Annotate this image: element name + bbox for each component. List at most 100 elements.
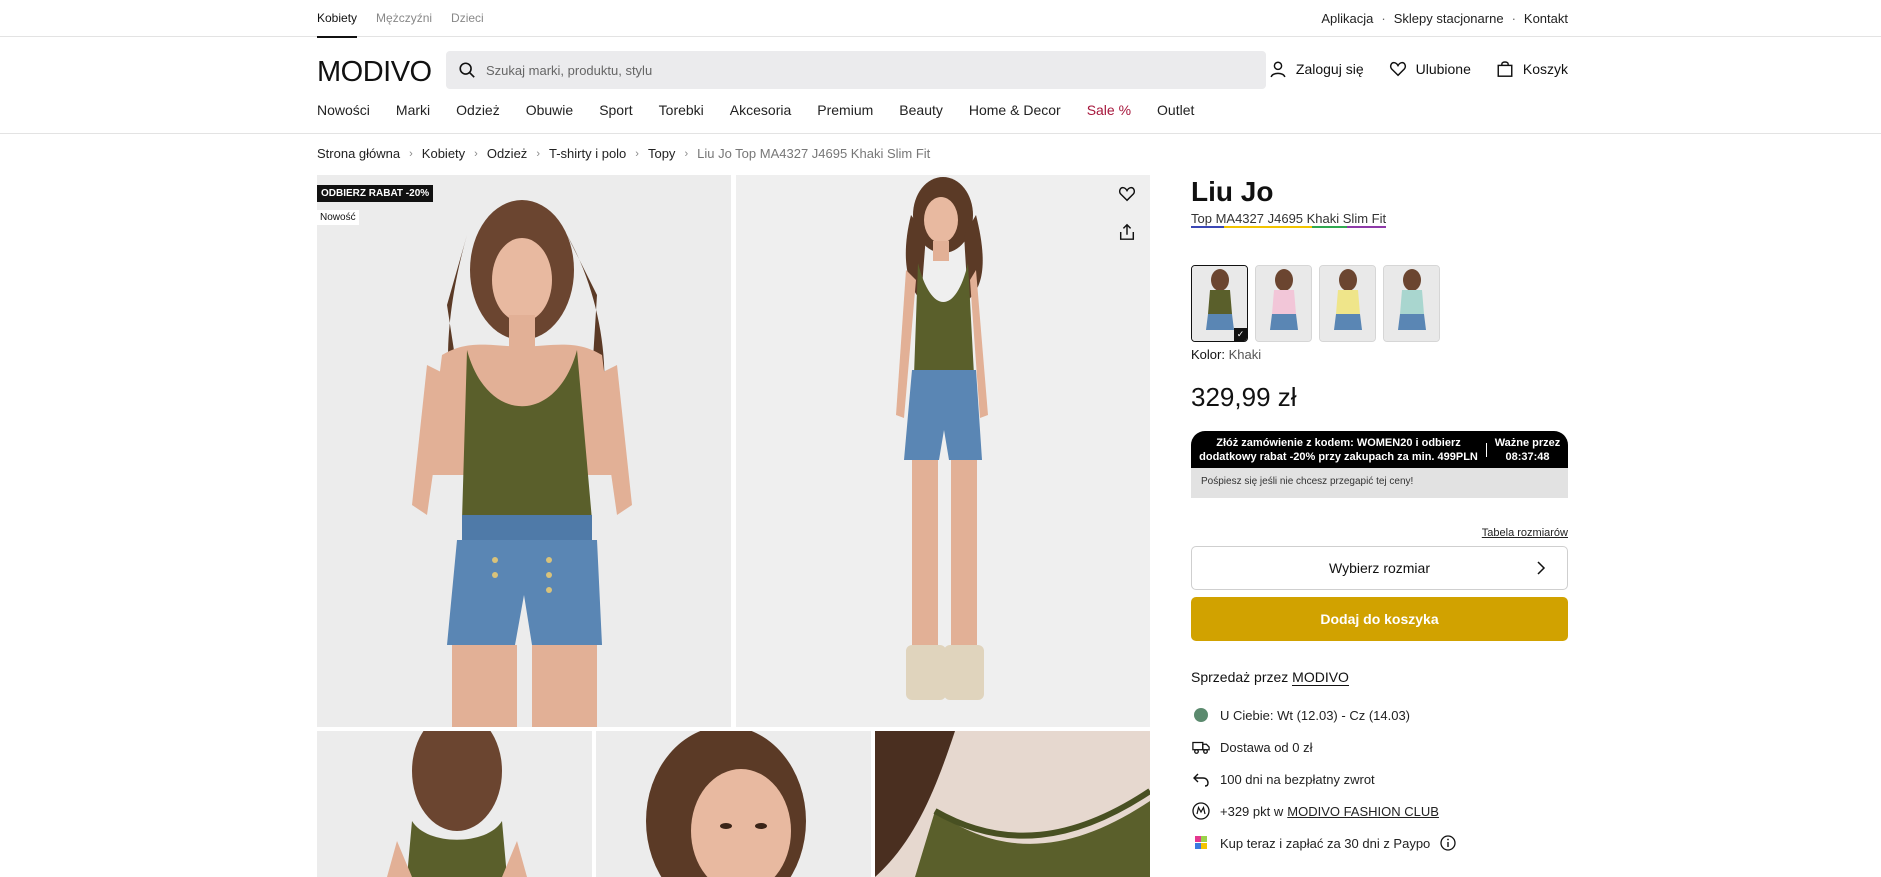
discount-badge: ODBIERZ RABAT -20% (317, 185, 434, 202)
nav-item-home-decor[interactable]: Home & Decor (969, 102, 1061, 118)
login-label: Zaloguj się (1295, 61, 1364, 77)
promo-timer: Ważne przez 08:37:48 (1487, 436, 1568, 464)
breadcrumb-tshirty[interactable]: T-shirty i polo (549, 146, 626, 161)
nav-item-torebki[interactable]: Torebki (659, 102, 704, 118)
chevron-right-icon (1537, 561, 1546, 575)
tab-dzieci[interactable]: Dzieci (451, 0, 484, 37)
promo-top: Złóż zamówienie z kodem: WOMEN20 i odbie… (1191, 431, 1568, 468)
nav-item-sale[interactable]: Sale % (1087, 102, 1131, 118)
fabric-detail-illustration (875, 731, 1150, 877)
cart-button[interactable]: Koszyk (1496, 60, 1568, 78)
product-photo-front[interactable]: ODBIERZ RABAT -20% Nowość (317, 175, 731, 727)
swatch-mint[interactable] (1383, 265, 1440, 342)
top-bar: Kobiety Mężczyźni Dzieci Aplikacja · Skl… (0, 0, 1881, 38)
stores-link[interactable]: Sklepy stacjonarne (1394, 11, 1504, 26)
breadcrumb-home[interactable]: Strona główna (317, 146, 400, 161)
favorites-button[interactable]: Ulubione (1389, 60, 1471, 78)
promo-banner: Złóż zamówienie z kodem: WOMEN20 i odbie… (1191, 431, 1568, 498)
swatch-yellow-image (1320, 266, 1375, 341)
model-full-illustration (736, 175, 1150, 727)
product-photo-full[interactable] (736, 175, 1150, 727)
separator-dot: · (1511, 11, 1516, 26)
size-table-link[interactable]: Tabela rozmiarów (1191, 527, 1568, 539)
promo-timer-value: 08:37:48 (1505, 450, 1550, 463)
app-link[interactable]: Aplikacja (1321, 11, 1373, 26)
contact-link[interactable]: Kontakt (1524, 11, 1568, 26)
heart-icon (1119, 186, 1135, 202)
size-select-button[interactable]: Wybierz rozmiar (1191, 546, 1568, 590)
product-gallery: ODBIERZ RABAT -20% Nowość (317, 175, 1150, 877)
tab-mezczyzni[interactable]: Mężczyźni (376, 0, 432, 37)
swatch-khaki[interactable]: ✓ (1191, 265, 1248, 342)
user-actions: Zaloguj się Ulubione Koszyk (1244, 60, 1568, 78)
sold-by-label: Sprzedaż przez (1191, 669, 1289, 685)
info-icon[interactable] (1438, 833, 1458, 853)
check-icon: ✓ (1234, 328, 1247, 341)
delivery-status-dot-icon (1191, 705, 1211, 725)
header: MODIVO Zaloguj się Ulubione Koszyk Nowoś… (0, 38, 1881, 134)
delivery-date-text: U Ciebie: Wt (12.03) - Cz (14.03) (1220, 707, 1411, 723)
product-brand[interactable]: Liu Jo (1191, 175, 1568, 209)
product-photo-face[interactable] (596, 731, 871, 877)
model-back-illustration (317, 731, 592, 877)
modivo-logo[interactable]: MODIVO (317, 56, 432, 89)
nav-item-beauty[interactable]: Beauty (899, 102, 943, 118)
tab-kobiety[interactable]: Kobiety (317, 0, 358, 38)
truck-icon (1191, 737, 1211, 757)
rainbow-underline (1191, 226, 1387, 228)
breadcrumb: Strona główna › Kobiety › Odzież › T-shi… (317, 146, 930, 161)
nav-item-akcesoria[interactable]: Akcesoria (730, 102, 791, 118)
main-nav: Nowości Marki Odzież Obuwie Sport Torebk… (317, 102, 1220, 118)
breadcrumb-kobiety[interactable]: Kobiety (422, 146, 465, 161)
new-badge: Nowość (317, 210, 359, 225)
shipping-text: Dostawa od 0 zł (1220, 739, 1313, 755)
model-front-illustration (317, 175, 731, 727)
separator-dot: · (1381, 11, 1386, 26)
returns-row: 100 dni na bezpłatny zwrot (1191, 763, 1568, 795)
breadcrumb-odziez[interactable]: Odzież (487, 146, 527, 161)
swatch-yellow[interactable] (1319, 265, 1376, 342)
share-button[interactable] (1118, 223, 1142, 247)
login-button[interactable]: Zaloguj się (1269, 60, 1364, 78)
bag-icon (1497, 61, 1513, 77)
shipping-row: Dostawa od 0 zł (1191, 731, 1568, 763)
favorites-label: Ulubione (1415, 61, 1471, 77)
nav-item-marki[interactable]: Marki (396, 102, 430, 118)
promo-hint: Pośpiesz się jeśli nie chcesz przegapić … (1191, 468, 1568, 498)
seller-link[interactable]: MODIVO (1292, 669, 1349, 686)
points-prefix: +329 pkt w (1220, 803, 1284, 819)
sold-by: Sprzedaż przez MODIVO (1191, 669, 1568, 686)
color-swatches: ✓ (1191, 265, 1568, 342)
product-name-link[interactable]: Top MA4327 J4695 Khaki Slim Fit (1191, 211, 1387, 229)
breadcrumb-current: Liu Jo Top MA4327 J4695 Khaki Slim Fit (697, 146, 931, 161)
search-bar[interactable] (446, 51, 1266, 89)
chevron-right-icon: › (536, 147, 540, 160)
size-select-label: Wybierz rozmiar (1329, 560, 1430, 576)
product-price: 329,99 zł (1191, 382, 1297, 412)
nav-item-premium[interactable]: Premium (817, 102, 873, 118)
favorite-toggle-button[interactable] (1118, 185, 1142, 209)
color-label: Kolor: (1191, 347, 1225, 362)
add-to-cart-button[interactable]: Dodaj do koszyka (1191, 597, 1568, 641)
swatch-pink-image (1256, 266, 1311, 341)
top-links: Aplikacja · Sklepy stacjonarne · Kontakt (1321, 0, 1568, 37)
club-points-row: +329 pkt w MODIVO FASHION CLUB (1191, 795, 1568, 827)
swatch-mint-image (1384, 266, 1439, 341)
modivo-club-icon (1191, 801, 1211, 821)
nav-item-odziez[interactable]: Odzież (456, 102, 500, 118)
fashion-club-link[interactable]: MODIVO FASHION CLUB (1287, 804, 1439, 819)
promo-message-line1: Złóż zamówienie z kodem: WOMEN20 i odbie… (1216, 436, 1461, 449)
swatch-pink[interactable] (1255, 265, 1312, 342)
product-photo-detail[interactable] (875, 731, 1150, 877)
nav-item-outlet[interactable]: Outlet (1157, 102, 1194, 118)
cart-label: Koszyk (1522, 61, 1568, 77)
chevron-right-icon: › (635, 147, 639, 160)
nav-item-nowosci[interactable]: Nowości (317, 102, 370, 118)
product-photo-back[interactable] (317, 731, 592, 877)
color-line: Kolor: Khaki (1191, 347, 1568, 362)
breadcrumb-topy[interactable]: Topy (648, 146, 675, 161)
nav-item-sport[interactable]: Sport (599, 102, 632, 118)
heart-icon (1389, 61, 1406, 77)
nav-item-obuwie[interactable]: Obuwie (526, 102, 573, 118)
search-input[interactable] (486, 62, 1246, 78)
